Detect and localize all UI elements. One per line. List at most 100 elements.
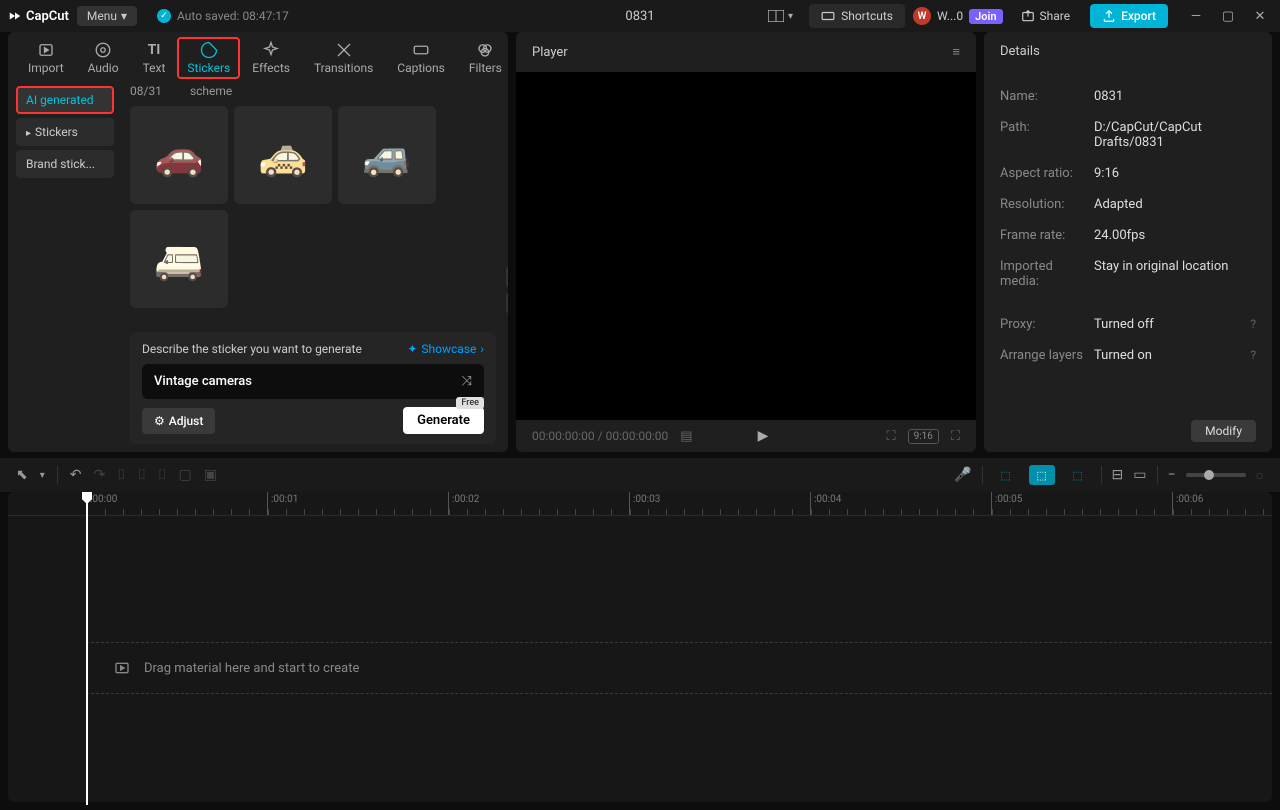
tab-captions[interactable]: Captions — [385, 37, 457, 79]
list-view-icon[interactable]: ▤ — [680, 429, 692, 444]
tab-import[interactable]: Import — [16, 37, 76, 79]
pointer-tool[interactable]: ⬉ — [16, 467, 28, 483]
window-controls: — ▢ ✕ — [1184, 4, 1272, 28]
sticker-grid: 🚗 🚕 🚙 🚐 — [130, 106, 496, 308]
autosave-indicator: ✓ Auto saved: 08:47:17 — [157, 9, 289, 23]
import-icon — [37, 41, 55, 59]
content-scheme: scheme — [190, 84, 232, 98]
tab-transitions[interactable]: Transitions — [302, 37, 385, 79]
menu-button[interactable]: Menu▾ — [77, 6, 137, 26]
aspect-icon — [768, 10, 784, 22]
timeline-ruler[interactable]: :00:00 :00:01 :00:02 :00:03 :00:04 :00:0… — [8, 492, 1272, 516]
export-button[interactable]: Export — [1090, 4, 1168, 28]
ratio-dropdown[interactable]: ▾ — [760, 7, 801, 25]
detail-row: Arrange layersTurned on? — [1000, 340, 1256, 371]
sticker-result-4[interactable]: 🚐 — [130, 210, 228, 308]
zoom-out-button[interactable]: − — [1168, 467, 1176, 483]
focus-icon[interactable]: ⛶ — [886, 429, 895, 444]
mic-button[interactable]: 🎤 — [954, 467, 971, 483]
playhead[interactable] — [86, 494, 88, 805]
refresh-grid-button[interactable] — [506, 292, 508, 314]
transitions-icon — [335, 41, 353, 59]
shuffle-icon[interactable]: ⤨ — [462, 374, 472, 389]
join-badge[interactable]: Join — [969, 9, 1002, 24]
sticker-result-3[interactable]: 🚙 — [338, 106, 436, 204]
tab-effects[interactable]: Effects — [240, 37, 302, 79]
sticker-result-1[interactable]: 🚗 — [130, 106, 228, 204]
avatar: W — [913, 7, 931, 25]
detail-row: Frame rate:24.00fps — [1000, 220, 1256, 251]
player-menu-icon[interactable]: ≡ — [952, 44, 960, 60]
edit-grid-button[interactable] — [506, 266, 508, 288]
play-button[interactable]: ▶ — [758, 428, 769, 444]
snap-left-button[interactable]: ⬚ — [993, 465, 1019, 485]
share-button[interactable]: Share — [1009, 4, 1083, 28]
detail-row: Name:0831 — [1000, 81, 1256, 112]
sliders-icon: ⚙ — [154, 414, 165, 428]
tab-filters[interactable]: Filters — [457, 37, 508, 79]
export-icon — [1102, 9, 1116, 23]
content-date: 08/31 — [130, 84, 162, 98]
tab-audio[interactable]: Audio — [76, 37, 131, 79]
timeline-tracks[interactable]: Drag material here and start to create — [8, 516, 1272, 802]
maximize-button[interactable]: ▢ — [1216, 4, 1240, 28]
zoom-slider[interactable] — [1186, 473, 1246, 477]
free-badge: Free — [456, 397, 484, 409]
sparkle-icon: ✦ — [407, 342, 417, 356]
captions-icon — [412, 41, 430, 59]
filters-icon — [476, 41, 494, 59]
adjust-button[interactable]: ⚙Adjust — [142, 408, 215, 434]
detail-row: Path:D:/CapCut/CapCut Drafts/0831 — [1000, 112, 1256, 158]
crop-button[interactable]: ▣ — [204, 467, 217, 483]
snap-center-button[interactable]: ⬚ — [1029, 465, 1055, 485]
car-sticker-icon: 🚗 — [154, 132, 204, 179]
player-viewport[interactable] — [516, 72, 976, 420]
prompt-input[interactable]: Vintage cameras ⤨ — [142, 364, 484, 399]
media-icon — [114, 660, 130, 676]
redo-button[interactable]: ↷ — [94, 467, 106, 483]
car-sticker-icon: 🚐 — [154, 236, 204, 283]
sidebar-item-ai-generated[interactable]: AI generated — [16, 86, 114, 114]
player-title: Player — [532, 45, 568, 60]
split-left-button[interactable]: ⌷ — [138, 467, 146, 483]
split-button[interactable]: ⌷ — [117, 467, 125, 483]
showcase-link[interactable]: ✦ Showcase › — [407, 342, 484, 356]
timeline: :00:00 :00:01 :00:02 :00:03 :00:04 :00:0… — [8, 492, 1272, 802]
zoom-fit-button[interactable]: ○ — [1256, 467, 1264, 484]
sidebar-item-brand-stickers[interactable]: Brand stick... — [16, 150, 114, 178]
sticker-result-2[interactable]: 🚕 — [234, 106, 332, 204]
shortcuts-button[interactable]: Shortcuts — [809, 4, 905, 28]
fullscreen-icon[interactable]: ⛶ — [951, 429, 960, 444]
chevron-right-icon: › — [480, 342, 484, 356]
split-right-button[interactable]: ⌷ — [158, 467, 166, 483]
tab-text[interactable]: TIText — [131, 37, 178, 79]
help-icon[interactable]: ? — [1250, 317, 1256, 332]
zoom-thumb[interactable] — [1204, 470, 1214, 480]
sticker-sidebar: AI generated Stickers Brand stick... — [8, 78, 122, 452]
user-area[interactable]: W W...0 Join Share — [913, 4, 1082, 28]
delete-button[interactable]: ▢ — [178, 467, 191, 483]
audio-icon — [94, 41, 112, 59]
generate-button[interactable]: Generate — [403, 407, 484, 434]
snap-right-button[interactable]: ⬚ — [1065, 465, 1091, 485]
help-icon[interactable]: ? — [1250, 348, 1256, 363]
ruler-tick: :00:03 — [629, 492, 810, 515]
details-panel: Details Name:0831 Path:D:/CapCut/CapCut … — [984, 32, 1272, 452]
align-button[interactable]: ⊟ — [1112, 467, 1124, 483]
tab-stickers[interactable]: Stickers — [177, 37, 240, 79]
timeline-drop-zone[interactable]: Drag material here and start to create — [86, 642, 1272, 694]
text-icon: TI — [145, 41, 163, 59]
detail-row: Aspect ratio:9:16 — [1000, 158, 1256, 189]
close-button[interactable]: ✕ — [1248, 4, 1272, 28]
share-icon — [1021, 9, 1035, 23]
project-title: 0831 — [625, 9, 654, 24]
sidebar-item-stickers[interactable]: Stickers — [16, 118, 114, 146]
pointer-dropdown[interactable]: ▾ — [40, 470, 45, 481]
minimize-button[interactable]: — — [1184, 4, 1208, 28]
chevron-down-icon: ▾ — [121, 9, 127, 23]
preview-button[interactable]: ▭ — [1133, 467, 1146, 483]
modify-button[interactable]: Modify — [1191, 420, 1256, 442]
player-panel: Player ≡ 00:00:00:00 / 00:00:00:00 ▤ ▶ ⛶… — [516, 32, 976, 452]
aspect-badge[interactable]: 9:16 — [908, 429, 939, 444]
undo-button[interactable]: ↶ — [70, 467, 82, 483]
